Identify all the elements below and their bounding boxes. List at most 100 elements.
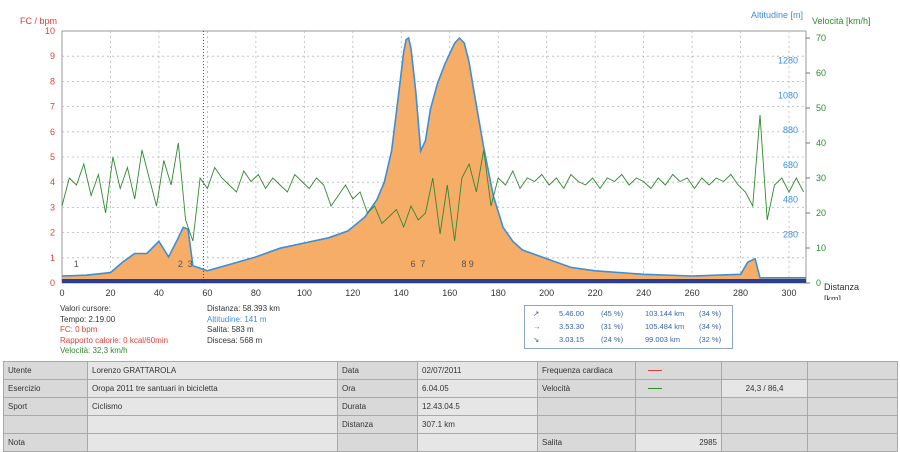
speed-axis-title: Velocità [km/h] <box>812 16 871 26</box>
empty-cell <box>721 361 808 380</box>
x-tick-label: 200 <box>539 288 554 298</box>
altitude-tick-label: 1280 <box>778 56 798 66</box>
label-hr: Frequenza cardiaca <box>537 361 636 380</box>
x-tick-label: 240 <box>636 288 651 298</box>
x-tick-label: 20 <box>105 288 115 298</box>
empty-cell <box>635 397 722 416</box>
empty-cell <box>721 415 808 434</box>
fc-tick-label: 9 <box>50 51 55 61</box>
empty-cell <box>537 397 636 416</box>
x-tick-label: 180 <box>491 288 506 298</box>
label-time: Ora <box>337 379 418 398</box>
empty-cell <box>635 415 722 434</box>
x-axis-title: Distanza <box>824 282 859 292</box>
zone-pct: (34 %) <box>699 322 722 331</box>
summary-row: Sport Ciclismo Durata 12.43.04.5 <box>3 397 898 416</box>
x-tick-label: 260 <box>685 288 700 298</box>
label-speed-text: Velocità <box>542 384 571 393</box>
fc-tick-label: 5 <box>50 152 55 162</box>
zone-time: 3.03.15 <box>559 335 585 344</box>
label-sport: Sport <box>3 397 88 416</box>
cursor-calories: Rapporto calorie: 0 kcal/60min <box>60 335 169 345</box>
speed-tick-label: 20 <box>816 208 826 218</box>
empty-cell <box>537 415 636 434</box>
fc-tick-label: 3 <box>50 202 55 212</box>
value-duration: 12.43.04.5 <box>417 397 538 416</box>
zone-pct: (32 %) <box>699 335 722 344</box>
speed-tick-label: 40 <box>816 138 826 148</box>
empty-cell <box>87 415 338 434</box>
fc-tick-label: 4 <box>50 177 55 187</box>
fc-tick-label: 7 <box>50 102 55 112</box>
cursor-title: Valori cursore: <box>60 304 111 313</box>
empty-cell <box>337 433 418 452</box>
zone-row-flat: → 3.53.30 (31 %) 105.484 km (34 %) <box>525 322 732 334</box>
hr-legend-line <box>648 370 662 372</box>
empty-cell <box>807 415 898 434</box>
label-user: Utente <box>3 361 88 380</box>
zone-km: 105.484 km <box>645 322 685 331</box>
zone-down-icon: ↘ <box>533 335 540 344</box>
cursor-speed: Velocità: 32,3 km/h <box>60 346 128 355</box>
cursor-hr: FC: 0 bpm <box>60 325 98 334</box>
empty-cell <box>807 433 898 452</box>
speed-legend-line <box>648 388 662 390</box>
lap-marker-label: 8 <box>461 259 466 269</box>
altitude-tick-label: 680 <box>783 160 798 170</box>
zone-flat-icon: → <box>533 322 541 331</box>
lap-marker-label: 3 <box>188 259 193 269</box>
label-speed: Velocità <box>537 379 636 398</box>
x-tick-label: 40 <box>154 288 164 298</box>
label-exercise: Esercizio <box>3 379 88 398</box>
value-distance: 307.1 km <box>417 415 538 434</box>
summary-row: Esercizio Oropa 2011 tre santuari in bic… <box>3 379 898 398</box>
cursor-distance: Distanza: 58.393 km <box>207 304 280 313</box>
exercise-summary-table: Utente Lorenzo GRATTAROLA Data 02/07/201… <box>3 361 898 452</box>
label-climb: Salita <box>537 433 636 452</box>
hr-legend-cell <box>635 361 722 380</box>
cursor-values-panel-2: Distanza: 58.393 km Altitudine: 141 m Sa… <box>207 304 280 346</box>
fc-tick-label: 6 <box>50 127 55 137</box>
speed-tick-label: 10 <box>816 243 826 253</box>
zone-km: 99.003 km <box>645 335 681 344</box>
x-tick-label: 60 <box>202 288 212 298</box>
empty-cell <box>721 397 808 416</box>
zone-up-icon: ↗ <box>533 309 540 318</box>
lap-marker-label: 7 <box>420 259 425 269</box>
summary-row: Nota Salita 2985 <box>3 433 898 452</box>
altitude-tick-label: 1080 <box>778 90 798 100</box>
speed-tick-label: 60 <box>816 68 826 78</box>
lap-marker-label: 9 <box>469 259 474 269</box>
zone-row-down: ↘ 3.03.15 (24 %) 99.003 km (32 %) <box>525 335 732 347</box>
x-axis-unit: [km] <box>824 294 841 300</box>
empty-cell <box>807 361 898 380</box>
hr-baseline-bar <box>62 279 806 283</box>
zone-pct: (31 %) <box>601 322 624 331</box>
zone-km: 103.144 km <box>645 309 685 318</box>
label-note: Nota <box>3 433 88 452</box>
label-date: Data <box>337 361 418 380</box>
value-note <box>87 433 338 452</box>
summary-row: Distanza 307.1 km <box>3 415 898 434</box>
lap-marker-label: 6 <box>411 259 416 269</box>
speed-tick-label: 30 <box>816 173 826 183</box>
x-tick-label: 140 <box>394 288 409 298</box>
value-time: 6.04.05 <box>417 379 538 398</box>
speed-tick-label: 0 <box>816 278 821 288</box>
zone-pct: (45 %) <box>601 309 624 318</box>
speed-tick-label: 50 <box>816 103 826 113</box>
zone-row-up: ↗ 5.46.00 (45 %) 103.144 km (34 %) <box>525 309 732 321</box>
zone-time: 3.53.30 <box>559 322 585 331</box>
altitude-tick-label: 880 <box>783 125 798 135</box>
zone-pct: (24 %) <box>601 335 624 344</box>
speed-tick-label: 70 <box>816 33 826 43</box>
fc-tick-label: 10 <box>45 26 55 36</box>
empty-cell <box>3 415 88 434</box>
empty-cell <box>807 379 898 398</box>
cursor-altitude: Altitudine: 141 m <box>207 314 267 324</box>
summary-row: Utente Lorenzo GRATTAROLA Data 02/07/201… <box>3 361 898 380</box>
altitude-tick-label: 480 <box>783 195 798 205</box>
label-duration: Durata <box>337 397 418 416</box>
value-speed: 24,3 / 86,4 <box>721 379 808 398</box>
x-tick-label: 220 <box>588 288 603 298</box>
